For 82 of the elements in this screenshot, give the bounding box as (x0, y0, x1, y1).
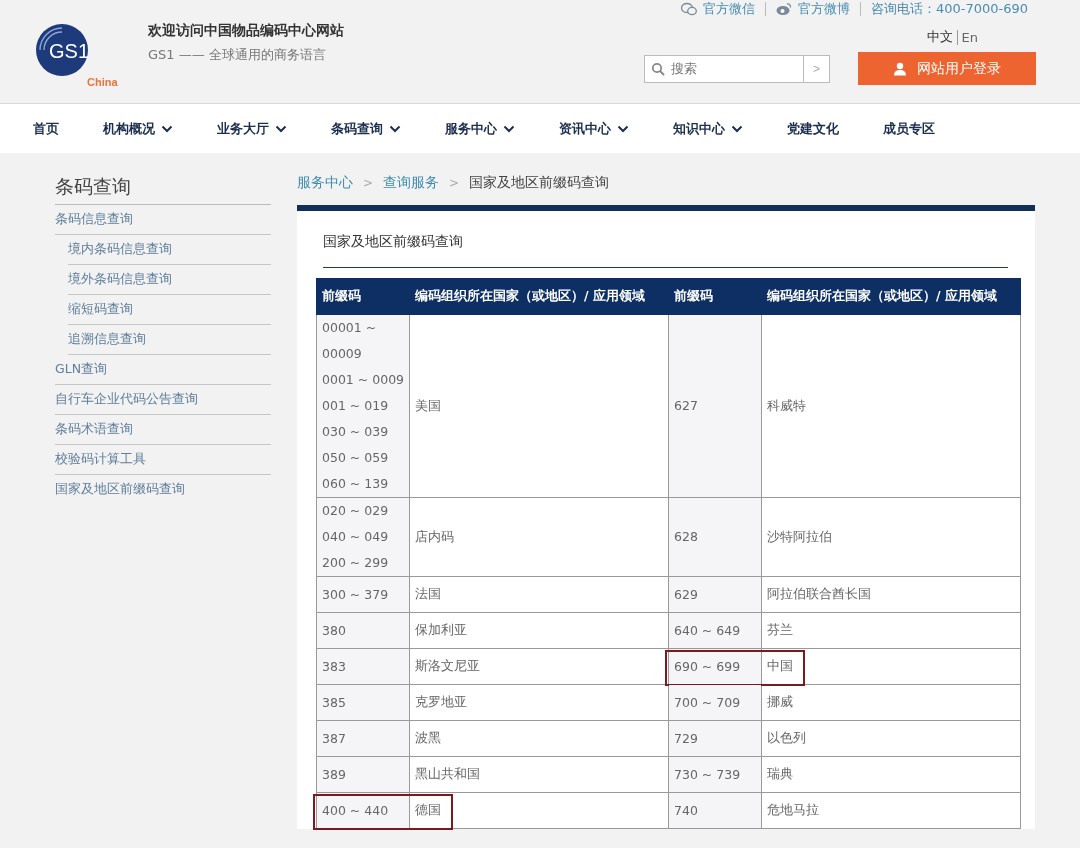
chevron-down-icon (503, 124, 515, 133)
region-cell: 保加利亚 (409, 612, 669, 649)
region-cell: 波黑 (409, 720, 669, 757)
column-header: 前缀码 (316, 278, 410, 315)
region-cell: 瑞典 (761, 756, 1021, 793)
prefix-cell: 700 ~ 709 (668, 684, 762, 721)
top-link[interactable]: 官方微博 (797, 0, 850, 18)
eye-logo-icon (775, 2, 792, 16)
breadcrumb-separator: > (363, 176, 374, 190)
sidebar-subitem[interactable]: 境外条码信息查询 (68, 265, 271, 295)
prefix-cell: 627 (668, 314, 762, 498)
top-link[interactable]: 官方微信 (702, 0, 755, 18)
panel-title: 国家及地区前缀码查询 (323, 233, 464, 251)
nav-item[interactable]: 党建文化 (787, 119, 839, 138)
region-cell: 以色列 (761, 720, 1021, 757)
region-cell: 危地马拉 (761, 792, 1021, 829)
region-cell: 沙特阿拉伯 (761, 497, 1021, 577)
chevron-down-icon (617, 124, 629, 133)
gs1-logo: GS1 China (32, 20, 132, 90)
search-icon (651, 61, 665, 76)
site-title: 欢迎访问中国物品编码中心网站 (148, 22, 344, 40)
column-header: 编码组织所在国家（或地区）/ 应用领域 (761, 278, 1021, 315)
sidebar-item[interactable]: 条码信息查询 (55, 205, 271, 235)
prefix-cell: 383 (316, 648, 410, 685)
chevron-down-icon (731, 124, 743, 133)
breadcrumb-link[interactable]: 国家及地区前缀码查询 (469, 174, 610, 192)
prefix-cell: 628 (668, 497, 762, 577)
search-submit-button[interactable]: > (804, 54, 830, 83)
nav-item[interactable]: 服务中心 (445, 119, 515, 138)
top-link[interactable]: 咨询电话：400-7000-690 (870, 0, 1028, 18)
region-cell: 黑山共和国 (409, 756, 669, 793)
column-header: 前缀码 (668, 278, 762, 315)
prefix-cell: 389 (316, 756, 410, 793)
sidebar-subitem[interactable]: 追溯信息查询 (68, 325, 271, 355)
sidebar-item[interactable]: GLN查询 (55, 355, 271, 385)
prefix-cell: 300 ~ 379 (316, 576, 410, 613)
region-cell: 科威特 (761, 314, 1021, 498)
nav-item[interactable]: 成员专区 (883, 119, 935, 138)
region-cell: 法国 (409, 576, 669, 613)
sidebar-item[interactable]: 国家及地区前缀码查询 (55, 475, 271, 504)
prefix-cell: 729 (668, 720, 762, 757)
language-link[interactable]: 中文 (926, 28, 953, 46)
nav-item[interactable]: 机构概况 (103, 119, 173, 138)
breadcrumb-link[interactable]: 查询服务 (383, 174, 440, 192)
prefix-cell: 385 (316, 684, 410, 721)
nav-item[interactable]: 知识中心 (673, 119, 743, 138)
region-cell: 挪威 (761, 684, 1021, 721)
nav-item[interactable]: 首页 (33, 119, 59, 138)
search-field[interactable]: 搜索 (644, 54, 804, 83)
sidebar-subitem[interactable]: 缩短码查询 (68, 295, 271, 325)
prefix-cell: 740 (668, 792, 762, 829)
user-icon (893, 61, 907, 76)
sidebar-item[interactable]: 条码术语查询 (55, 415, 271, 445)
prefix-cell: 640 ~ 649 (668, 612, 762, 649)
nav-item[interactable]: 业务大厅 (217, 119, 287, 138)
prefix-cell: 730 ~ 739 (668, 756, 762, 793)
sidebar-item[interactable]: 自行车企业代码公告查询 (55, 385, 271, 415)
prefix-cell: 387 (316, 720, 410, 757)
chevron-down-icon (161, 124, 173, 133)
sidebar-title: 条码查询 (55, 171, 271, 205)
nav-item[interactable]: 资讯中心 (559, 119, 629, 138)
site-tagline: GS1 —— 全球通用的商务语言 (148, 46, 327, 64)
chevron-down-icon (275, 124, 287, 133)
sidebar-item[interactable]: 校验码计算工具 (55, 445, 271, 475)
prefix-cell: 380 (316, 612, 410, 649)
prefix-cell: 629 (668, 576, 762, 613)
region-cell: 阿拉伯联合酋长国 (761, 576, 1021, 613)
breadcrumb-link[interactable]: 服务中心 (297, 174, 353, 192)
breadcrumb-separator: > (449, 176, 460, 190)
region-cell: 店内码 (409, 497, 669, 577)
region-cell: 美国 (409, 314, 669, 498)
region-cell: 芬兰 (761, 612, 1021, 649)
prefix-cell: 020 ~ 029 040 ~ 049 200 ~ 299 (316, 497, 410, 577)
region-cell: 斯洛文尼亚 (409, 648, 669, 685)
prefix-cell: 00001 ~ 00009 0001 ~ 0009 001 ~ 019 030 ~ 039 050 ~ 059 060 ~ 139 (316, 314, 410, 498)
column-header: 编码组织所在国家（或地区）/ 应用领域 (409, 278, 669, 315)
login-button[interactable]: 网站用户登录 (858, 52, 1036, 85)
language-link[interactable]: En (961, 29, 978, 45)
chevron-down-icon (389, 124, 401, 133)
sidebar-subitem[interactable]: 境内条码信息查询 (68, 235, 271, 265)
nav-item[interactable]: 条码查询 (331, 119, 401, 138)
region-cell: 克罗地亚 (409, 684, 669, 721)
